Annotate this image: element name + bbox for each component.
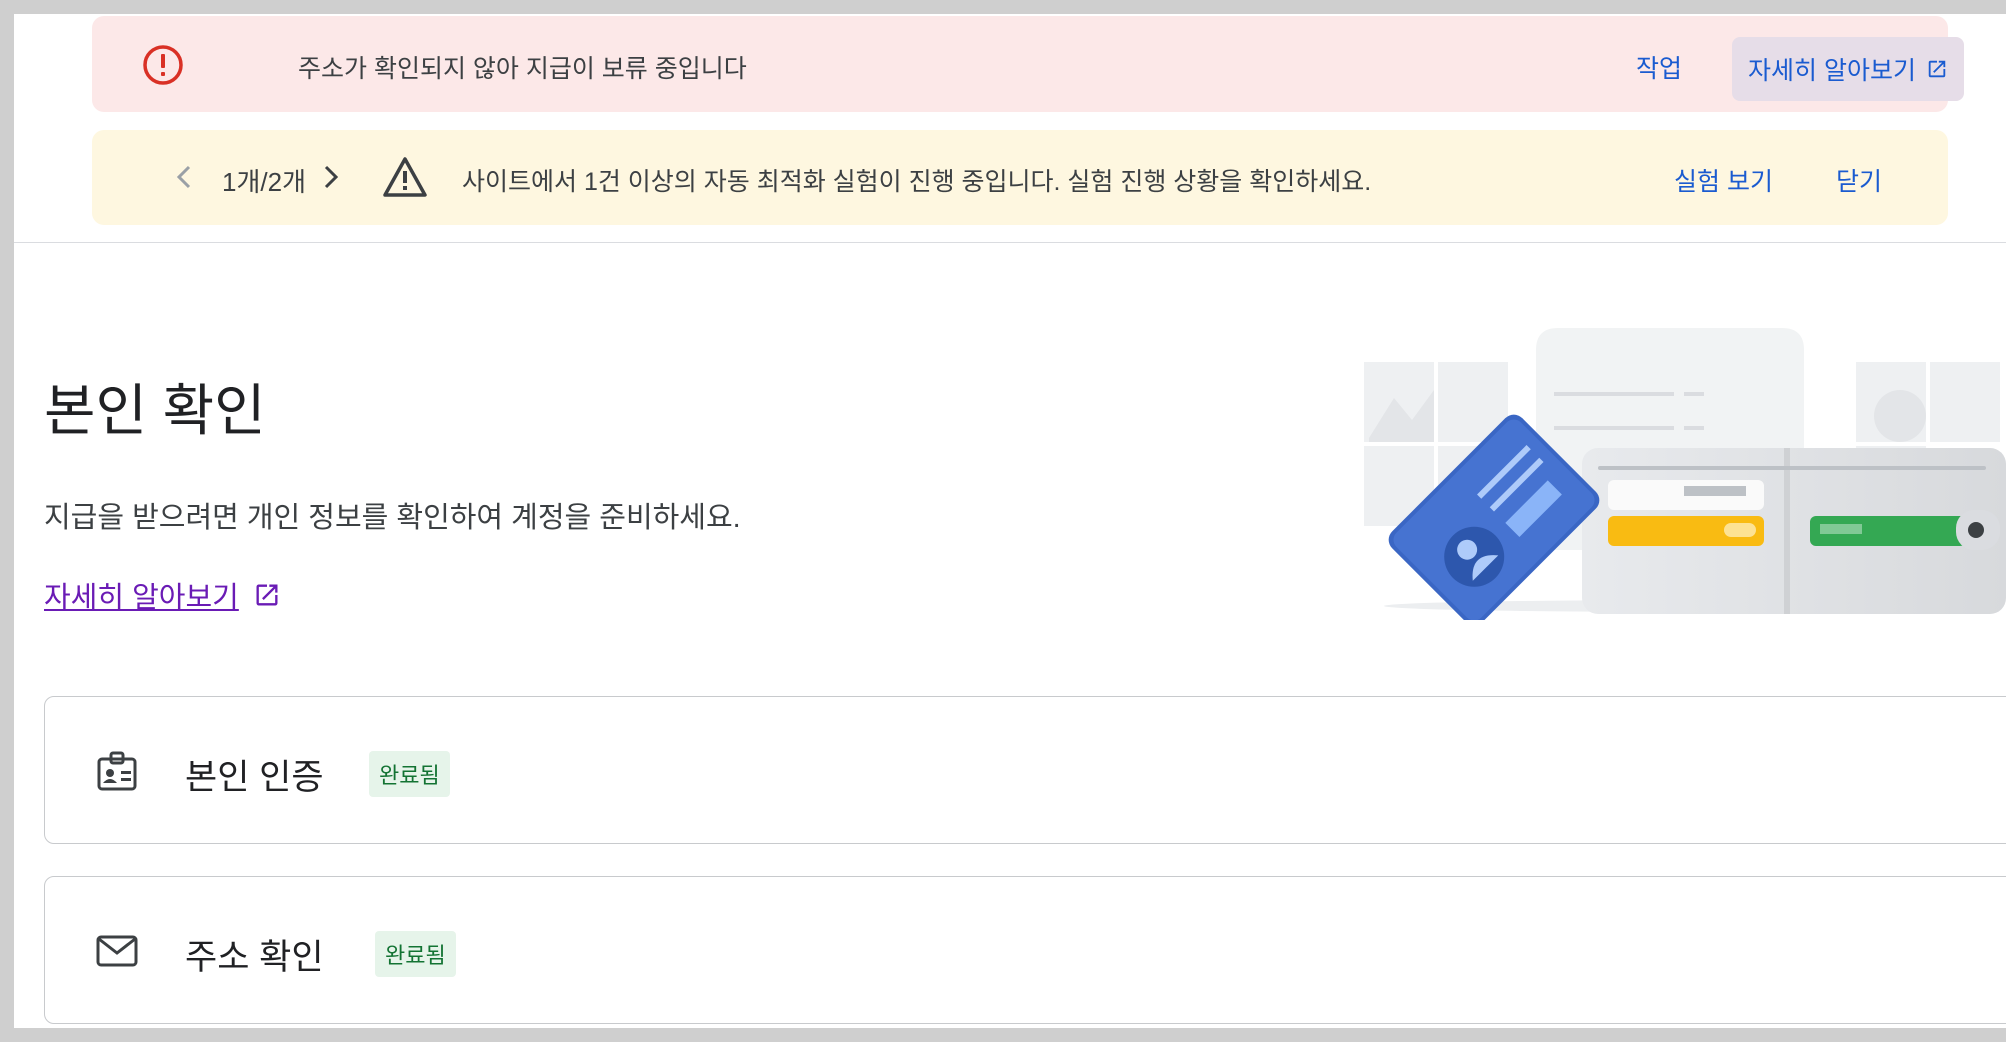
banner-area: 주소가 확인되지 않아 지급이 보류 중입니다 작업 자세히 알아보기 1개/2… <box>14 14 2006 243</box>
page-description: 지급을 받으려면 개인 정보를 확인하여 계정을 준비하세요. <box>44 502 741 534</box>
error-banner: 주소가 확인되지 않아 지급이 보류 중입니다 작업 자세히 알아보기 <box>92 16 1964 112</box>
warning-triangle-icon <box>383 157 427 197</box>
status-badge: 완료됨 <box>369 751 450 797</box>
banner-pager: 1개/2개 <box>222 167 306 197</box>
close-banner-button[interactable]: 닫기 <box>1836 162 1882 198</box>
card-title: 본인 인증 <box>185 758 324 797</box>
external-link-icon <box>256 584 278 606</box>
error-action-button[interactable]: 작업 <box>1636 49 1682 85</box>
error-learn-more-label: 자세히 알아보기 <box>1748 57 1916 85</box>
identity-verification-card[interactable]: 본인 인증 완료됨 <box>44 696 2006 844</box>
mail-icon <box>96 935 138 967</box>
experiment-banner: 1개/2개 사이트에서 1건 이상의 자동 최적화 실험이 진행 중입니다. 실… <box>92 130 1948 225</box>
chevron-right-icon[interactable] <box>314 160 348 194</box>
view-experiments-button[interactable]: 실험 보기 <box>1674 162 1773 198</box>
card-title: 주소 확인 <box>185 938 324 977</box>
error-message: 주소가 확인되지 않아 지급이 보류 중입니다 <box>298 55 747 83</box>
wallet-id-illustration <box>1364 328 2006 620</box>
page-title: 본인 확인 <box>44 379 266 442</box>
chevron-left-icon[interactable] <box>168 160 202 194</box>
learn-more-link[interactable]: 자세히 알아보기 <box>44 574 281 616</box>
page-frame: 주소가 확인되지 않아 지급이 보류 중입니다 작업 자세히 알아보기 1개/2… <box>14 14 2006 1028</box>
experiment-message: 사이트에서 1건 이상의 자동 최적화 실험이 진행 중입니다. 실험 진행 상… <box>462 168 1372 196</box>
learn-more-label: 자세히 알아보기 <box>44 582 239 614</box>
error-circle-icon <box>143 45 183 85</box>
id-badge-icon <box>97 751 137 791</box>
address-verification-card[interactable]: 주소 확인 완료됨 <box>44 876 2006 1024</box>
error-learn-more-button[interactable]: 자세히 알아보기 <box>1732 37 1964 101</box>
status-badge: 완료됨 <box>375 931 456 977</box>
external-link-icon <box>1928 60 1946 78</box>
